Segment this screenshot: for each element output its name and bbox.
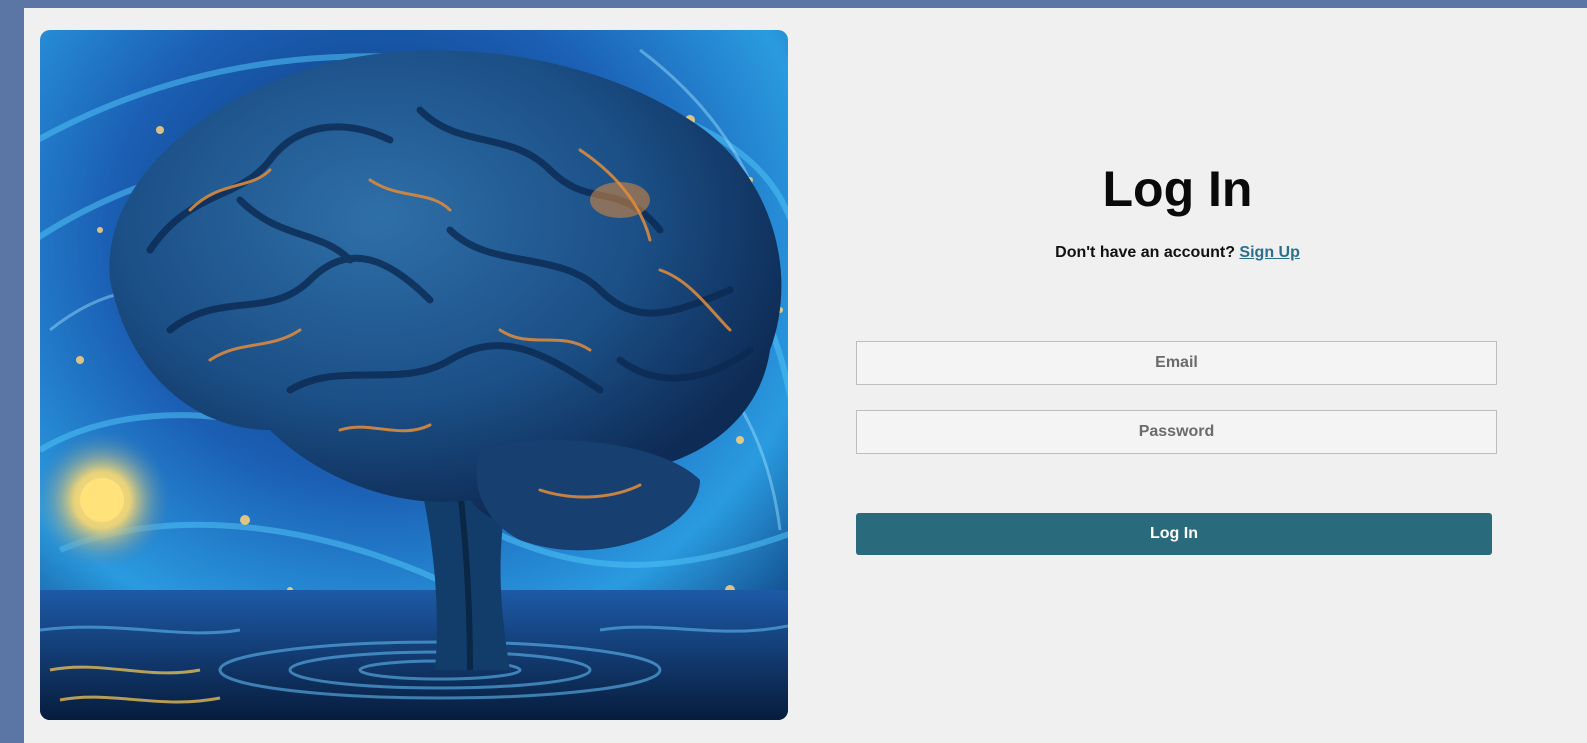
signup-prompt-line: Don't have an account? Sign Up (856, 244, 1499, 262)
page-title: Log In (1102, 161, 1253, 217)
login-form: Log In Don't have an account? Sign Up Lo… (856, 8, 1499, 743)
signup-link[interactable]: Sign Up (1239, 244, 1299, 261)
email-field[interactable] (856, 341, 1497, 385)
login-page: Log In Don't have an account? Sign Up Lo… (24, 8, 1587, 743)
login-button[interactable]: Log In (856, 513, 1492, 555)
brain-illustration-image (40, 30, 788, 720)
password-field[interactable] (856, 410, 1497, 454)
signup-prompt-text: Don't have an account? (1055, 244, 1235, 261)
